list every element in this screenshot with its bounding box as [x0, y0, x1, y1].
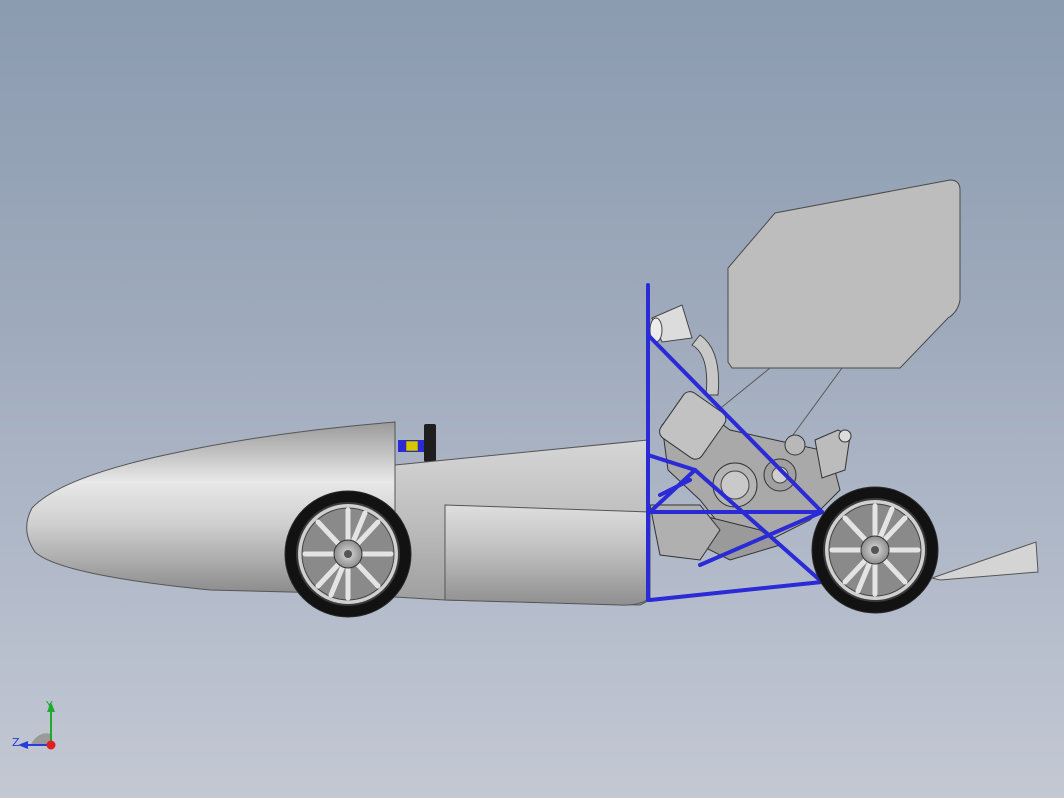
- rear-wheel[interactable]: [811, 486, 939, 614]
- car-model[interactable]: [0, 0, 1064, 798]
- steering-wheel[interactable]: [398, 424, 436, 462]
- triad-y-label: Y: [46, 699, 53, 712]
- rear-wing[interactable]: [705, 179, 961, 451]
- triad-z-label: Z: [12, 736, 20, 749]
- graphics-viewport[interactable]: Y Z: [0, 0, 1064, 798]
- sidepod[interactable]: [444, 504, 651, 606]
- rear-diffuser[interactable]: [930, 541, 1039, 581]
- orientation-triad: Y Z: [8, 696, 78, 756]
- front-wheel[interactable]: [284, 490, 412, 618]
